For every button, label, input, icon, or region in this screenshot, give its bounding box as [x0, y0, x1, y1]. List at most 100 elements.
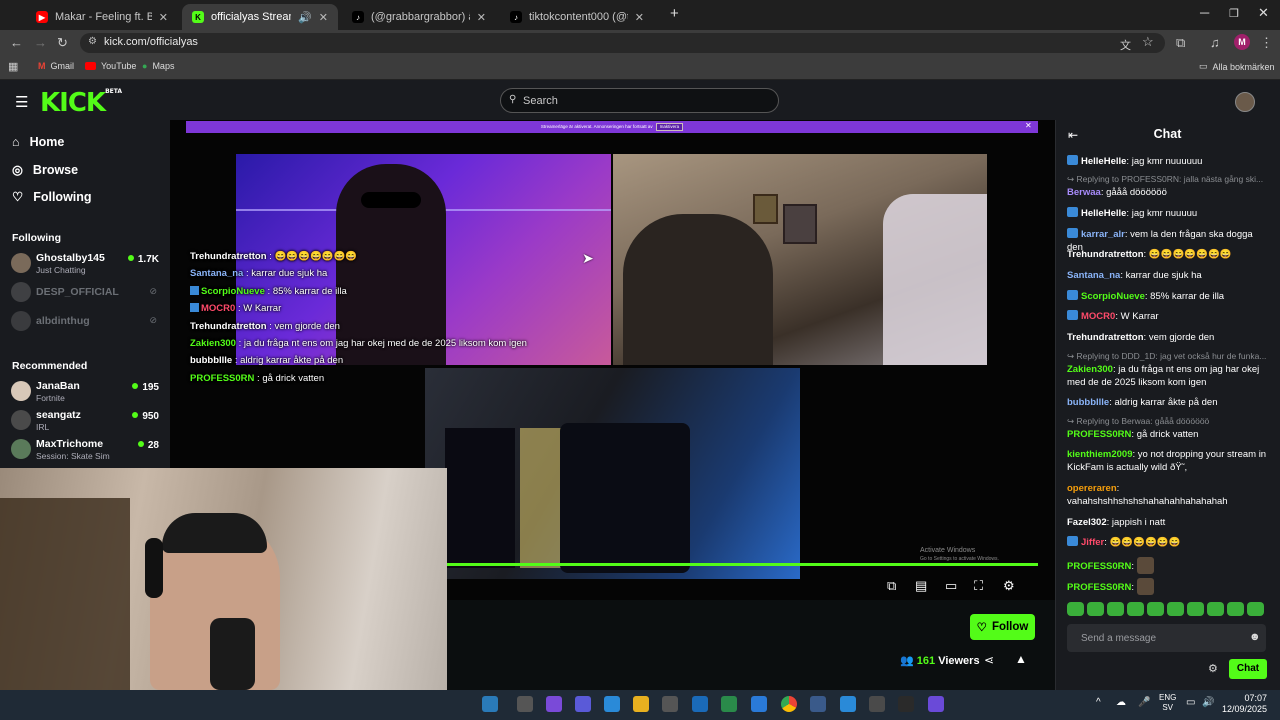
browser-tab[interactable]: ▶ Makar - Feeling ft. B Young (Pr ✕ — [26, 4, 178, 30]
chat-message[interactable]: Berwaa: gååå döööööö — [1067, 186, 1270, 199]
sidebar-item-following[interactable]: ♡ Following — [12, 189, 92, 205]
translate-icon[interactable]: 文 — [1120, 37, 1131, 53]
browser-tab[interactable]: ♪ (@grabbargrabbor) är LIVE ✕ — [342, 4, 496, 30]
weather-icon[interactable] — [482, 696, 498, 712]
outlook-icon[interactable] — [692, 696, 708, 712]
follow-button[interactable]: ♡ Follow — [970, 614, 1035, 640]
chat-message[interactable]: Zakien300: ja du fråga nt ens om jag har… — [1067, 363, 1270, 389]
onedrive-icon[interactable]: ☁ — [1116, 697, 1126, 708]
sidebar-item-browse[interactable]: ◎ Browse — [12, 162, 78, 178]
profile-avatar[interactable]: M — [1234, 34, 1250, 50]
browser-menu-icon[interactable]: ⋮ — [1260, 35, 1273, 51]
bookmark-youtube[interactable]: YouTube — [85, 61, 136, 71]
clip-icon[interactable]: ▤ — [915, 578, 927, 594]
chat-username[interactable]: HelleHelle — [1081, 156, 1126, 167]
theater-mode-icon[interactable]: ▭ — [945, 578, 957, 594]
browser-tab[interactable]: ♪ tiktokcontent000 (@tiktokconte ✕ — [500, 4, 654, 30]
chat-username[interactable]: ScorpioNueve — [1081, 291, 1145, 302]
quick-emote-icon[interactable] — [1207, 602, 1224, 616]
emoji-picker-icon[interactable]: ☻ — [1249, 631, 1261, 643]
chat-message[interactable]: Trehundratretton: 😄😄😄😄😄😄😄 — [1067, 248, 1270, 261]
following-channel[interactable]: albdinthug ⊘ — [11, 310, 161, 338]
recommended-channel[interactable]: seangatz IRL 950 — [11, 409, 161, 437]
copilot-icon[interactable] — [546, 696, 562, 712]
quick-emote-icon[interactable] — [1147, 602, 1164, 616]
chat-message[interactable]: kienthiem2009: yo not dropping your stre… — [1067, 448, 1270, 474]
bookmark-gmail[interactable]: M Gmail — [38, 61, 74, 71]
chat-username[interactable]: bubbbllle — [1067, 397, 1109, 408]
chat-username[interactable]: PROFESS0RN — [1067, 429, 1131, 440]
chat-username[interactable]: Trehundratretton — [1067, 249, 1144, 260]
app-icon[interactable] — [810, 696, 826, 712]
send-chat-button[interactable]: Chat — [1229, 659, 1267, 679]
quick-emote-icon[interactable] — [1187, 602, 1204, 616]
app-icon[interactable] — [751, 696, 767, 712]
chat-message[interactable]: opereraren: vahahshshhshshshahahahhahaha… — [1067, 482, 1270, 508]
chat-username[interactable]: opereraren — [1067, 483, 1117, 494]
quick-emote-icon[interactable] — [1247, 602, 1264, 616]
app-icon[interactable] — [869, 696, 885, 712]
media-controls-icon[interactable]: ♫ — [1210, 35, 1220, 50]
chat-username[interactable]: kienthiem2009 — [1067, 449, 1132, 460]
edge-icon[interactable] — [604, 696, 620, 712]
new-tab-button[interactable]: + — [670, 5, 679, 22]
app-icon[interactable] — [898, 696, 914, 712]
chat-username[interactable]: HelleHelle — [1081, 208, 1126, 219]
chat-username[interactable]: PROFESS0RN — [1067, 561, 1131, 572]
report-warning-icon[interactable]: ▲ — [1015, 652, 1027, 666]
hamburger-menu-icon[interactable]: ☰ — [15, 93, 28, 111]
fullscreen-icon[interactable]: ⛶ — [974, 578, 983, 594]
chat-username[interactable]: karrar_alr — [1081, 229, 1125, 240]
chat-username[interactable]: Jiffer — [1081, 537, 1104, 548]
settings-gear-icon[interactable]: ⚙ — [1003, 578, 1015, 594]
url-input[interactable]: ⚙ kick.com/officialyas — [80, 33, 1165, 53]
volume-icon[interactable]: 🔊 — [1202, 697, 1214, 708]
recommended-channel[interactable]: JanaBan Fortnite 195 — [11, 380, 161, 408]
search-input[interactable]: ⚲ Search — [500, 88, 779, 113]
tab-close-icon[interactable]: ✕ — [159, 11, 168, 24]
quick-emote-icon[interactable] — [1227, 602, 1244, 616]
tab-close-icon[interactable]: ✕ — [319, 11, 328, 24]
tray-overflow-icon[interactable]: ^ — [1096, 697, 1101, 708]
reload-icon[interactable]: ↻ — [57, 35, 68, 51]
chat-message[interactable]: HelleHelle: jag kmr nuuuuu — [1067, 207, 1270, 220]
network-icon[interactable]: ▭ — [1186, 697, 1195, 708]
store-icon[interactable] — [662, 696, 678, 712]
following-channel[interactable]: DESP_OFFICIAL ⊘ — [11, 281, 161, 309]
close-window-button[interactable]: ✕ — [1258, 5, 1269, 21]
extensions-icon[interactable]: ⧉ — [1176, 35, 1185, 51]
chat-username[interactable]: Zakien300 — [1067, 364, 1113, 375]
photos-icon[interactable] — [840, 696, 856, 712]
all-bookmarks-button[interactable]: ▭ Alla bokmärken — [1199, 61, 1275, 72]
quick-emote-icon[interactable] — [1087, 602, 1104, 616]
chat-message[interactable]: HelleHelle: jag kmr nuuuuuu — [1067, 155, 1270, 168]
apps-grid-icon[interactable]: ▦ — [8, 60, 18, 73]
stream-progress-bar[interactable] — [447, 563, 1038, 566]
audio-playing-icon[interactable]: 🔊 — [298, 11, 312, 24]
chat-username[interactable]: Berwaa — [1067, 187, 1101, 198]
following-channel[interactable]: Ghostalby145 Just Chatting 1.7K — [11, 252, 161, 280]
back-icon[interactable]: ← — [10, 35, 23, 50]
chat-settings-icon[interactable]: ⚙ — [1208, 662, 1218, 675]
chat-username[interactable]: PROFESS0RN — [1067, 582, 1131, 593]
task-view-icon[interactable] — [517, 696, 533, 712]
chat-message[interactable]: Fazel302: jappish i natt — [1067, 516, 1270, 529]
user-avatar[interactable] — [1235, 92, 1255, 112]
share-icon[interactable]: ⋖ — [984, 653, 994, 667]
minimize-button[interactable]: ─ — [1200, 5, 1209, 20]
tab-close-icon[interactable]: ✕ — [635, 11, 644, 24]
language-indicator[interactable]: ENG SV — [1159, 693, 1176, 713]
chat-message[interactable]: Santana_na: karrar due sjuk ha — [1067, 269, 1270, 282]
quick-emote-icon[interactable] — [1067, 602, 1084, 616]
chat-message[interactable]: bubbbllle: aldrig karrar åkte på den — [1067, 396, 1270, 409]
forward-icon[interactable]: → — [34, 35, 47, 50]
chat-message[interactable]: Jiffer: 😄😄😄😄😄😄 — [1067, 536, 1270, 549]
chat-message[interactable]: MOCR0: W Karrar — [1067, 310, 1270, 323]
browser-tab[interactable]: Kofficialyas Stream - Watch L 🔊 ✕ — [182, 4, 338, 30]
teams-icon[interactable] — [575, 696, 591, 712]
bookmark-star-icon[interactable]: ☆ — [1142, 34, 1154, 50]
chrome-icon[interactable] — [781, 696, 797, 712]
quick-emote-icon[interactable] — [1167, 602, 1184, 616]
chat-username[interactable]: Trehundratretton — [1067, 332, 1144, 343]
site-info-icon[interactable]: ⚙ — [88, 36, 97, 47]
